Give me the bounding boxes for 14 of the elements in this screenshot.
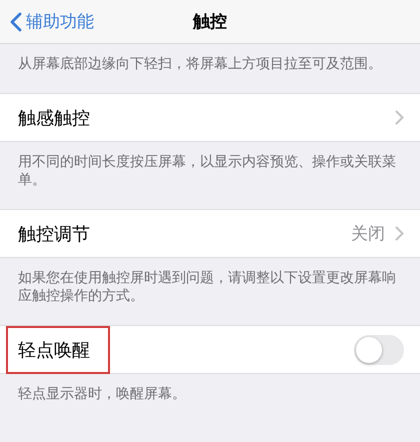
footer-note: 从屏幕底部边缘向下轻扫，将屏幕上方项目拉至可及范围。 [18,55,383,73]
footer-note: 轻点显示器时，唤醒屏幕。 [18,385,187,403]
toggle-switch[interactable] [354,334,404,364]
setting-label: 轻点唤醒 [18,338,91,362]
setting-label: 触控调节 [18,222,91,246]
back-button[interactable]: 辅助功能 [0,10,94,33]
chevron-icon[interactable] [395,110,404,125]
footer-note: 用不同的时间长度按压屏幕，以显示内容预览、操作或关联菜单。 [18,153,397,189]
chevron-icon[interactable] [395,226,404,241]
screen-title: 触控 [193,11,227,33]
setting-value: 关闭 [351,223,385,245]
footer-note: 如果您在使用触控屏时遇到问题，请调整以下设置更改屏幕响应触控操作的方式。 [18,269,397,305]
setting-label: 触感触控 [18,106,91,130]
back-icon [10,12,22,32]
